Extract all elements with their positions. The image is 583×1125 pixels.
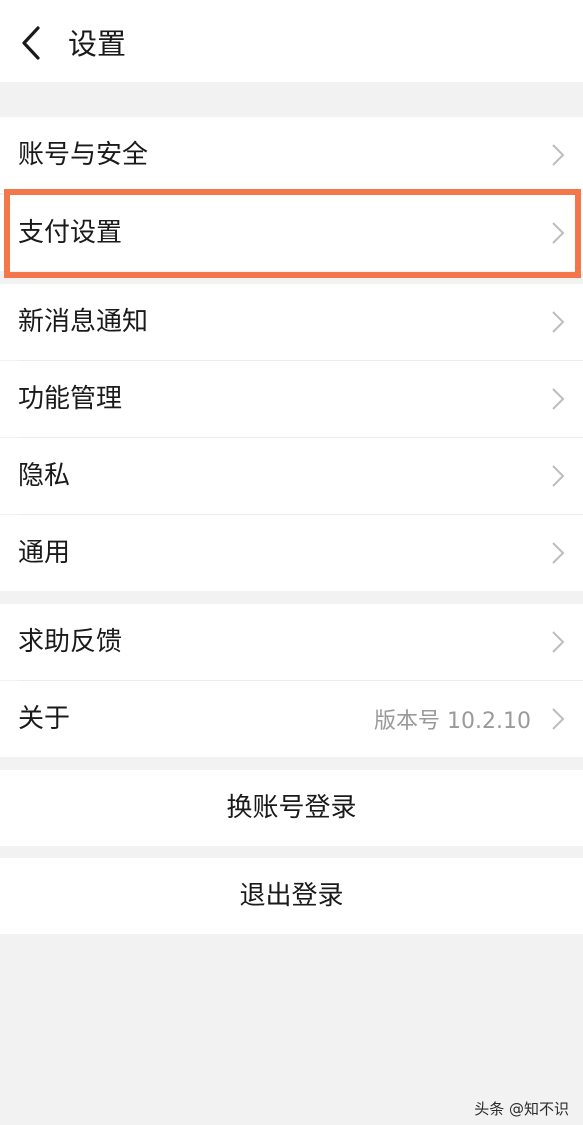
- watermark: 头条 @知不识: [474, 1100, 569, 1118]
- menu-item-label: 求助反馈: [18, 627, 123, 657]
- menu-item-label: 关于: [18, 704, 71, 734]
- menu-item-payment-settings[interactable]: 支付设置: [0, 195, 583, 271]
- switch-account-label: 换账号登录: [226, 793, 357, 823]
- switch-account-button[interactable]: 换账号登录: [0, 770, 583, 846]
- chevron-right-icon: [552, 222, 565, 244]
- menu-item-label: 账号与安全: [18, 140, 149, 170]
- version-label: 版本号 10.2.10: [374, 709, 531, 734]
- chevron-right-icon: [552, 311, 565, 333]
- logout-label: 退出登录: [239, 881, 344, 911]
- menu-item-about[interactable]: 关于 版本号 10.2.10: [0, 681, 583, 757]
- menu-item-label: 通用: [18, 538, 71, 568]
- menu-item-label: 功能管理: [18, 384, 123, 414]
- page-title: 设置: [68, 27, 127, 61]
- menu-item-label: 支付设置: [18, 218, 123, 248]
- chevron-right-icon: [552, 542, 565, 564]
- menu-item-account-security[interactable]: 账号与安全: [0, 117, 583, 193]
- menu-item-label: 新消息通知: [18, 307, 149, 337]
- chevron-right-icon: [552, 144, 565, 166]
- chevron-right-icon: [552, 708, 565, 730]
- back-arrow-icon[interactable]: [14, 22, 50, 64]
- menu-item-feature-management[interactable]: 功能管理: [0, 361, 583, 437]
- header-bar: 设置: [0, 0, 583, 82]
- chevron-right-icon: [552, 465, 565, 487]
- logout-button[interactable]: 退出登录: [0, 858, 583, 934]
- chevron-right-icon: [552, 388, 565, 410]
- menu-item-new-message-notifications[interactable]: 新消息通知: [0, 284, 583, 360]
- menu-item-general[interactable]: 通用: [0, 515, 583, 591]
- menu-item-privacy[interactable]: 隐私: [0, 438, 583, 514]
- menu-item-label: 隐私: [18, 461, 71, 491]
- menu-item-help-feedback[interactable]: 求助反馈: [0, 604, 583, 680]
- chevron-right-icon: [552, 631, 565, 653]
